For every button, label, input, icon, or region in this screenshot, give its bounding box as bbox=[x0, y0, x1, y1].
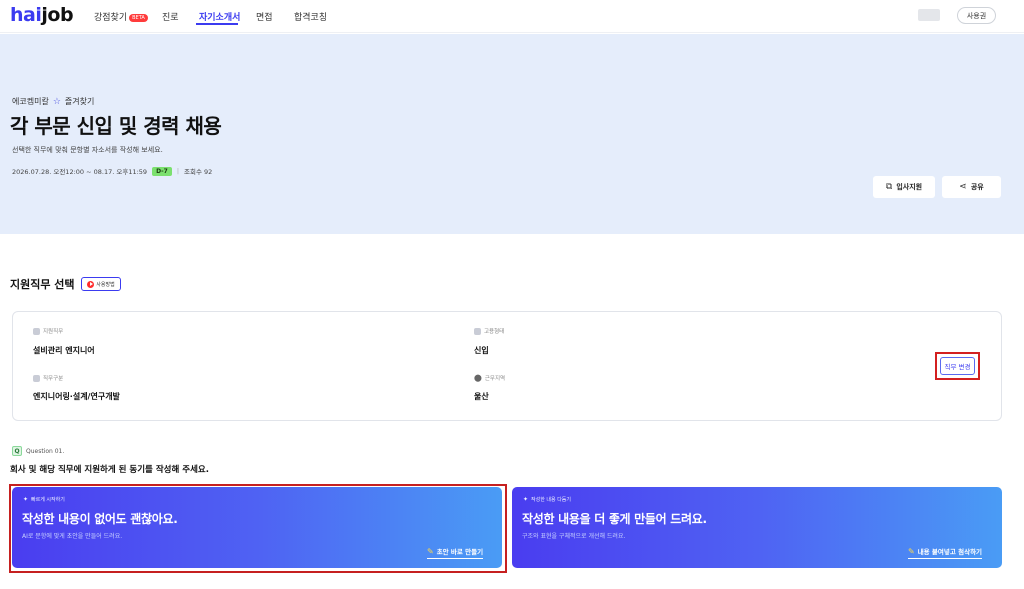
play-icon bbox=[87, 280, 95, 288]
location-pin-icon: ⬤ bbox=[474, 374, 482, 382]
section-title: 지원직무 선택 bbox=[10, 278, 75, 291]
dday-badge: D-7 bbox=[152, 166, 172, 176]
employment-label: 고용형태 bbox=[474, 327, 504, 335]
company-row: 에코켐미칼 ☆ 즐겨찾기 bbox=[12, 96, 94, 107]
job-change-button[interactable]: 직무 변경 bbox=[940, 357, 975, 375]
revise-headline: 작성한 내용을 더 좋게 만들어 드려요. bbox=[522, 512, 707, 526]
calendar-icon bbox=[474, 327, 481, 335]
share-icon: ⋖ bbox=[959, 182, 967, 192]
job-icon bbox=[33, 327, 40, 335]
meta-divider: | bbox=[176, 167, 180, 175]
posting-period: 2026.07.28. 오전12:00 ~ 08.17. 오후11:59 bbox=[12, 168, 148, 176]
job-change-highlight: 직무 변경 bbox=[935, 352, 980, 380]
haijob-logo[interactable]: haijob bbox=[10, 4, 74, 26]
usage-button[interactable]: 사용권 bbox=[957, 7, 996, 24]
pencil-icon: ✎ bbox=[908, 546, 915, 556]
posting-meta: 2026.07.28. 오전12:00 ~ 08.17. 오후11:59 D-7… bbox=[12, 166, 212, 176]
active-tab-indicator bbox=[196, 23, 238, 25]
top-navigation: haijob 강점찾기 BETA 진로 자기소개서 면접 합격코칭 사용권 bbox=[0, 0, 1024, 33]
view-count: 조회수 92 bbox=[184, 168, 213, 176]
star-icon[interactable]: ☆ bbox=[53, 97, 61, 107]
nav-item-career[interactable]: 진로 bbox=[162, 10, 179, 23]
category-value: 엔지니어링·설계/연구개발 bbox=[33, 392, 120, 401]
nav-item-interview[interactable]: 면접 bbox=[256, 10, 273, 23]
share-button[interactable]: ⋖ 공유 bbox=[942, 176, 1001, 198]
job-label: 지원직무 bbox=[33, 327, 63, 335]
page-subtitle: 선택한 직무에 맞춰 문항별 자소서를 작성해 보세요. bbox=[12, 146, 163, 154]
nav-item-cover-letter[interactable]: 자기소개서 bbox=[199, 10, 240, 23]
category-label: 직무구분 bbox=[33, 374, 63, 382]
user-avatar[interactable] bbox=[918, 9, 940, 21]
external-link-icon: ⧉ bbox=[885, 182, 893, 192]
category-icon bbox=[33, 374, 40, 382]
job-value: 설비관리 엔지니어 bbox=[33, 346, 95, 355]
nav-item-strength[interactable]: 강점찾기 BETA bbox=[94, 10, 148, 23]
favorite-label[interactable]: 즐겨찾기 bbox=[65, 96, 94, 107]
page-title: 각 부문 신입 및 경력 채용 bbox=[10, 114, 222, 138]
revise-chip: ✦ 작성한 내용 다듬기 bbox=[523, 496, 572, 503]
location-label: ⬤ 근무지역 bbox=[474, 374, 506, 382]
bulb-icon: ✦ bbox=[523, 496, 529, 503]
company-name: 에코켐미칼 bbox=[12, 97, 49, 106]
draft-card-highlight bbox=[9, 484, 507, 573]
employment-value: 신입 bbox=[474, 346, 489, 355]
question-number: Question 01. bbox=[26, 447, 65, 455]
location-value: 울산 bbox=[474, 392, 489, 401]
nav-item-coaching[interactable]: 합격코칭 bbox=[294, 10, 327, 23]
question-text: 회사 및 해당 직무에 지원하게 된 동기를 작성해 주세요. bbox=[10, 465, 209, 475]
question-header: Q Question 01. bbox=[12, 446, 64, 456]
job-info-card bbox=[12, 311, 1002, 421]
revise-card[interactable]: ✦ 작성한 내용 다듬기 작성한 내용을 더 좋게 만들어 드려요. 구조와 표현… bbox=[512, 487, 1002, 568]
beta-badge: BETA bbox=[129, 13, 148, 22]
how-to-video-button[interactable]: 사용방법 bbox=[81, 277, 121, 291]
revise-desc: 구조와 표현을 구체적으로 개선해 드려요. bbox=[522, 533, 626, 540]
paste-revise-button[interactable]: ✎ 내용 붙여넣고 첨삭하기 bbox=[908, 546, 983, 559]
apply-button[interactable]: ⧉ 입사지원 bbox=[873, 176, 935, 198]
question-icon: Q bbox=[12, 446, 22, 456]
